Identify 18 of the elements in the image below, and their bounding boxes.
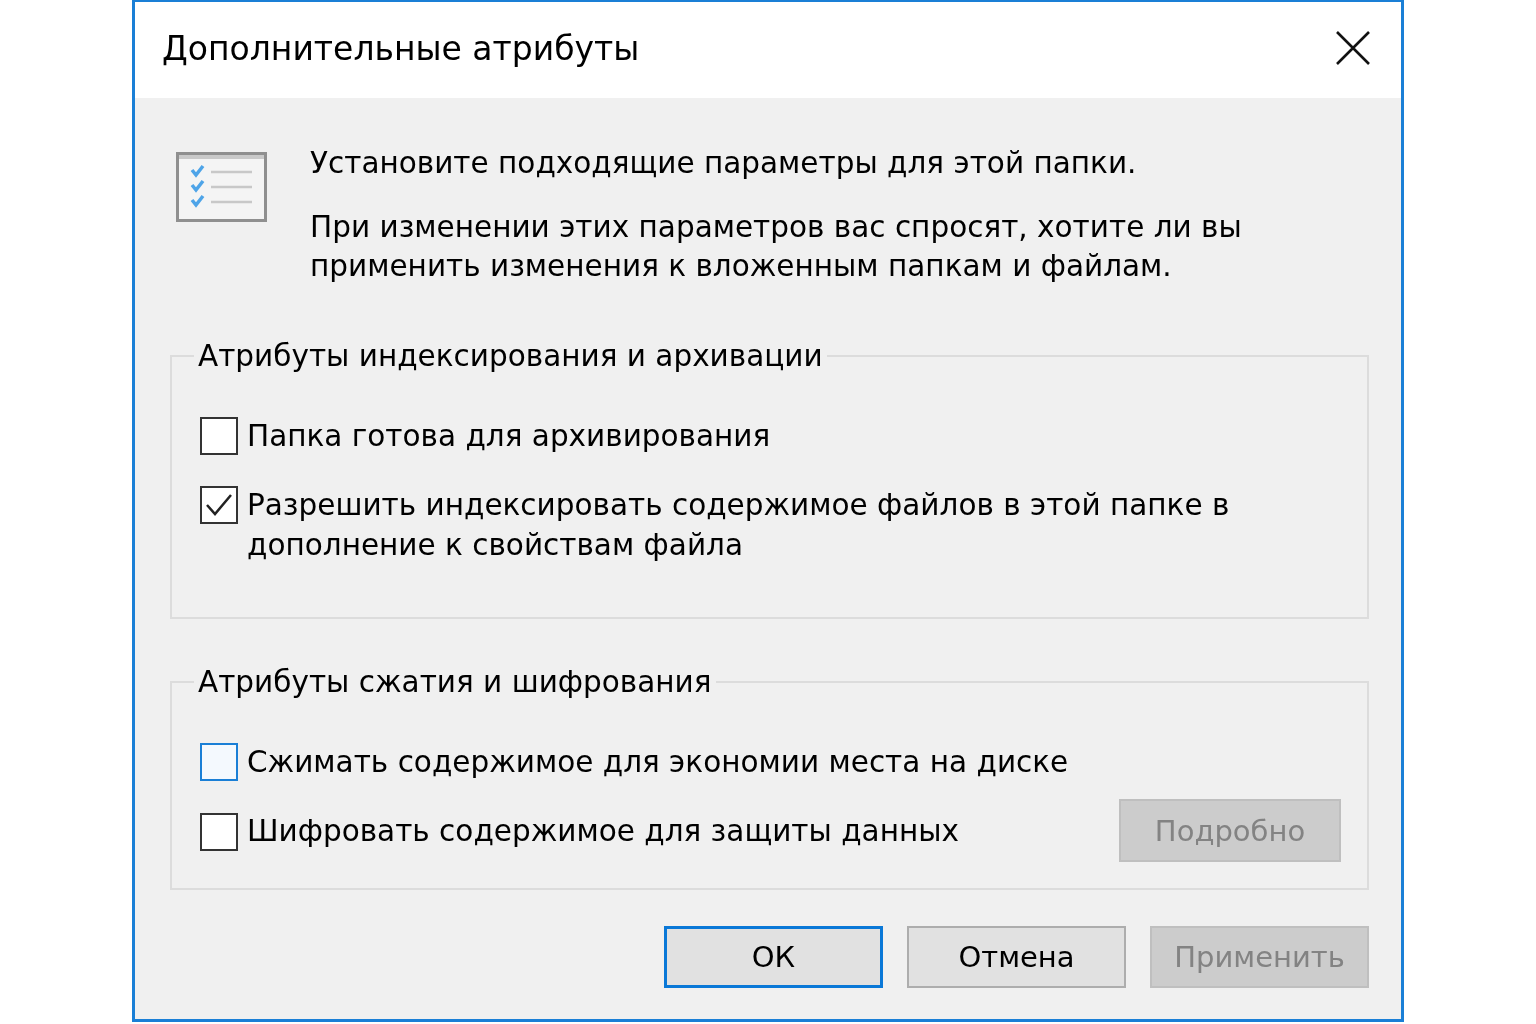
checkmark-icon — [205, 493, 233, 517]
dialog-button[interactable]: Отмена — [907, 926, 1126, 988]
checkbox-label: Сжимать содержимое для экономии места на диске — [247, 744, 1070, 781]
checkbox[interactable] — [200, 743, 238, 781]
checkbox[interactable] — [200, 417, 238, 455]
group-title: Атрибуты индексирования и архивации — [197, 338, 824, 375]
group-title: Атрибуты сжатия и шифрования — [197, 664, 713, 701]
checklist-icon — [176, 152, 267, 222]
checkbox-label: Разрешить индексировать содержимое файлов в этой папке в дополнение к свойствам файла — [247, 487, 1231, 564]
close-icon — [1336, 31, 1370, 65]
note-text: При изменении этих параметров вас спросят, хотите ли вы применить изменения к вложенным папкам и файлам. — [310, 209, 1243, 285]
dialog-button[interactable]: ОК — [664, 926, 883, 988]
checkbox-label: Папка готова для архивирования — [247, 418, 772, 455]
instruction-text: Установите подходящие параметры для этой папки. — [310, 145, 1138, 182]
checkbox[interactable] — [200, 812, 238, 851]
checkbox[interactable] — [200, 486, 238, 524]
window-title: Дополнительные атрибуты — [162, 28, 640, 68]
checkbox-label: Шифровать содержимое для защиты данных — [247, 813, 960, 850]
